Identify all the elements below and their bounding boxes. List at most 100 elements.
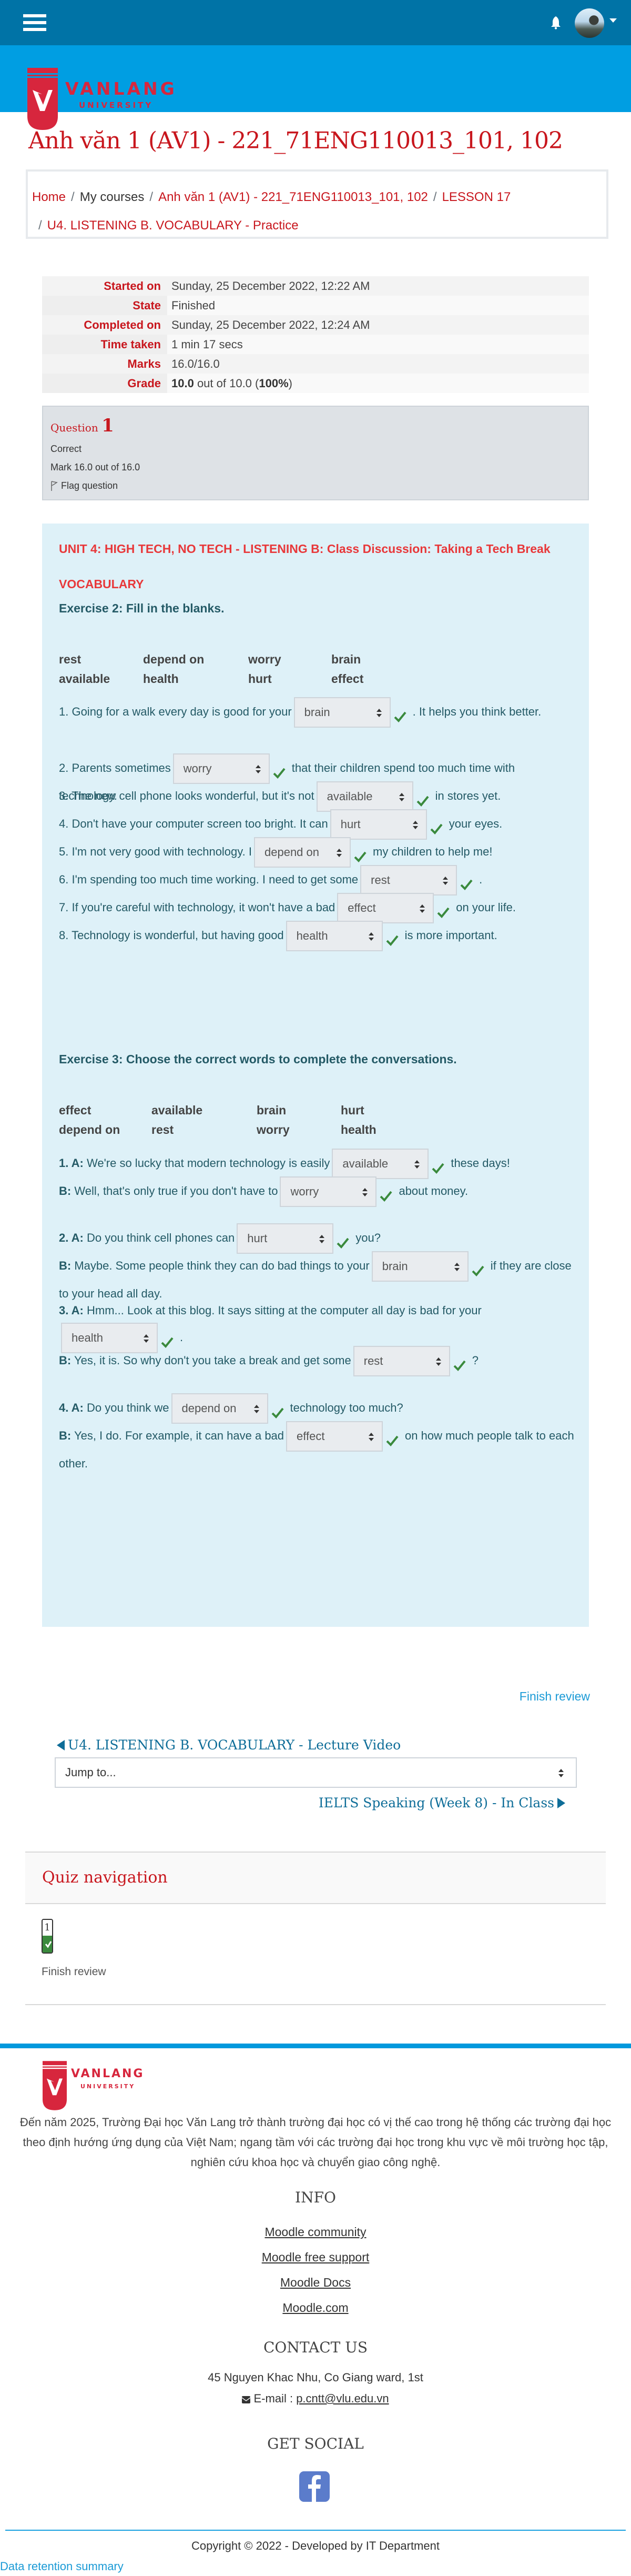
breadcrumb-course[interactable]: Anh văn 1 (AV1) - 221_71ENG110013_101, 1… bbox=[158, 190, 428, 204]
answer-select[interactable]: depend on bbox=[254, 837, 351, 868]
breadcrumb-separator: / bbox=[38, 218, 42, 233]
breadcrumb-activity[interactable]: U4. LISTENING B. VOCABULARY - Practice bbox=[47, 218, 299, 233]
select-arrows-icon bbox=[420, 904, 425, 913]
quiz-nav-question-button[interactable]: 1 bbox=[42, 1919, 53, 1954]
answer-select[interactable]: hurt bbox=[237, 1223, 334, 1254]
data-retention-link[interactable]: Data retention summary bbox=[0, 2560, 124, 2573]
jump-to-select[interactable]: Jump to... bbox=[55, 1757, 577, 1788]
flag-question-button[interactable]: Flag question bbox=[50, 480, 581, 491]
caret-down-icon[interactable] bbox=[609, 18, 617, 23]
answer-select[interactable]: available bbox=[332, 1149, 429, 1179]
sentence-after: technology too much? bbox=[290, 1401, 403, 1414]
select-arrows-icon bbox=[414, 1160, 420, 1169]
summary-label: Completed on bbox=[42, 315, 167, 335]
check-icon bbox=[161, 1332, 174, 1348]
answer-select[interactable]: brain bbox=[371, 1251, 469, 1282]
answer-select[interactable]: worry bbox=[280, 1176, 377, 1207]
selected-answer: health bbox=[296, 929, 328, 942]
answer-select[interactable]: effect bbox=[337, 893, 434, 923]
wordbank-word: health bbox=[341, 1123, 376, 1136]
check-icon bbox=[45, 1941, 52, 1948]
check-icon bbox=[271, 1403, 284, 1418]
email-link[interactable]: p.cntt@vlu.edu.vn bbox=[296, 2392, 389, 2405]
exercise-item: 3. The new cell phone looks wonderful, b… bbox=[59, 781, 574, 812]
answer-select[interactable]: health bbox=[286, 921, 383, 951]
moodle-docs-link[interactable]: Moodle Docs bbox=[0, 2270, 631, 2295]
question-label: Question bbox=[50, 421, 98, 434]
check-icon bbox=[394, 707, 406, 722]
exercise-item: B: Well, that's only true if you don't h… bbox=[59, 1176, 574, 1207]
info-links: Moodle community Moodle free support Moo… bbox=[0, 2219, 631, 2320]
moodle-free-support-link[interactable]: Moodle free support bbox=[0, 2245, 631, 2270]
question-info: Question 1 Correct Mark 16.0 out of 16.0… bbox=[42, 406, 589, 500]
sentence-before: 3. The new cell phone looks wonderful, b… bbox=[59, 789, 314, 802]
answer-select[interactable]: brain bbox=[293, 697, 391, 728]
summary-row: Marks 16.0/16.0 bbox=[42, 354, 589, 374]
moodle-com-link[interactable]: Moodle.com bbox=[0, 2295, 631, 2320]
bell-icon[interactable] bbox=[551, 16, 561, 29]
answer-select[interactable]: effect bbox=[286, 1421, 383, 1452]
answer-select[interactable]: worry bbox=[172, 753, 270, 784]
select-arrows-icon bbox=[558, 1769, 564, 1777]
wordbank-word: depend on bbox=[143, 652, 205, 666]
check-icon bbox=[460, 874, 473, 890]
summary-label: Marks bbox=[42, 354, 167, 374]
facebook-icon[interactable] bbox=[299, 2471, 330, 2502]
finish-review-link[interactable]: Finish review bbox=[520, 1689, 590, 1704]
exercise-item: 6. I'm spending too much time working. I… bbox=[59, 865, 574, 895]
exercise-item: 5. I'm not very good with technology. I d… bbox=[59, 837, 574, 868]
grade-score: 10.0 bbox=[171, 376, 194, 390]
breadcrumb-home[interactable]: Home bbox=[32, 190, 66, 204]
select-arrows-icon bbox=[435, 1357, 441, 1366]
select-arrows-icon bbox=[369, 1433, 374, 1441]
wordbank-word: worry bbox=[257, 1123, 290, 1136]
question-number: Question 1 bbox=[50, 415, 581, 436]
hamburger-menu-button[interactable] bbox=[23, 14, 46, 31]
answer-select[interactable]: rest bbox=[353, 1346, 450, 1376]
shield-logo-icon bbox=[43, 2061, 67, 2110]
select-arrows-icon bbox=[443, 877, 449, 885]
answer-select[interactable]: available bbox=[316, 781, 413, 812]
sentence-before: Maybe. Some people think they can do bad… bbox=[74, 1259, 370, 1272]
answer-select[interactable]: hurt bbox=[330, 809, 427, 840]
sentence-after: about money. bbox=[399, 1184, 469, 1198]
sentence-before: Well, that's only true if you don't have… bbox=[74, 1184, 278, 1198]
selected-answer: rest bbox=[371, 873, 390, 887]
breadcrumb-lesson[interactable]: LESSON 17 bbox=[442, 190, 511, 204]
select-arrows-icon bbox=[454, 1263, 460, 1271]
answer-select[interactable]: rest bbox=[360, 865, 457, 895]
exercise-3-wordbank: effect available brain hurt depend on re… bbox=[59, 1103, 425, 1137]
quiz-nav-finish-review-link[interactable]: Finish review bbox=[42, 1966, 106, 1978]
selected-answer: effect bbox=[348, 901, 376, 914]
question-content-panel: UNIT 4: HIGH TECH, NO TECH - LISTENING B… bbox=[42, 524, 589, 1627]
speaker-label: 1. A: bbox=[59, 1156, 84, 1170]
user-avatar[interactable] bbox=[575, 8, 604, 38]
wordbank-word: available bbox=[59, 672, 110, 686]
summary-value: 1 min 17 secs bbox=[167, 335, 589, 354]
wordbank-word: worry bbox=[248, 652, 281, 666]
footer-logo: VANLANG UNIVERSITY bbox=[43, 2061, 145, 2110]
question-mark: Mark 16.0 out of 16.0 bbox=[50, 462, 140, 472]
vanlang-logo[interactable]: VANLANG UNIVERSITY bbox=[27, 68, 177, 130]
sentence-after: my children to help me! bbox=[373, 844, 493, 858]
previous-activity-link[interactable]: U4. LISTENING B. VOCABULARY - Lecture Vi… bbox=[57, 1737, 401, 1753]
select-arrows-icon bbox=[399, 793, 404, 801]
selected-answer: depend on bbox=[181, 1402, 237, 1415]
summary-label: Grade bbox=[42, 374, 167, 393]
selected-answer: hurt bbox=[247, 1232, 268, 1245]
next-activity-link[interactable]: IELTS Speaking (Week 8) - In Class bbox=[319, 1795, 565, 1810]
quiz-navigation-header: Quiz navigation bbox=[25, 1852, 606, 1904]
exercise-3-title: Exercise 3: Choose the correct words to … bbox=[59, 1052, 457, 1066]
contact-heading: CONTACT US bbox=[263, 2339, 368, 2356]
sentence-after: . bbox=[180, 1330, 184, 1344]
summary-value: Finished bbox=[167, 296, 589, 315]
hamburger-icon-bar bbox=[23, 21, 46, 24]
moodle-community-link[interactable]: Moodle community bbox=[0, 2219, 631, 2245]
get-social-heading: GET SOCIAL bbox=[267, 2435, 364, 2452]
sentence-before: Do you think we bbox=[86, 1401, 169, 1414]
wordbank-word: effect bbox=[331, 672, 364, 686]
wordbank-word: rest bbox=[59, 652, 82, 666]
wordbank-word: brain bbox=[331, 652, 361, 666]
selected-answer: health bbox=[72, 1331, 103, 1344]
answer-select[interactable]: depend on bbox=[171, 1393, 268, 1424]
